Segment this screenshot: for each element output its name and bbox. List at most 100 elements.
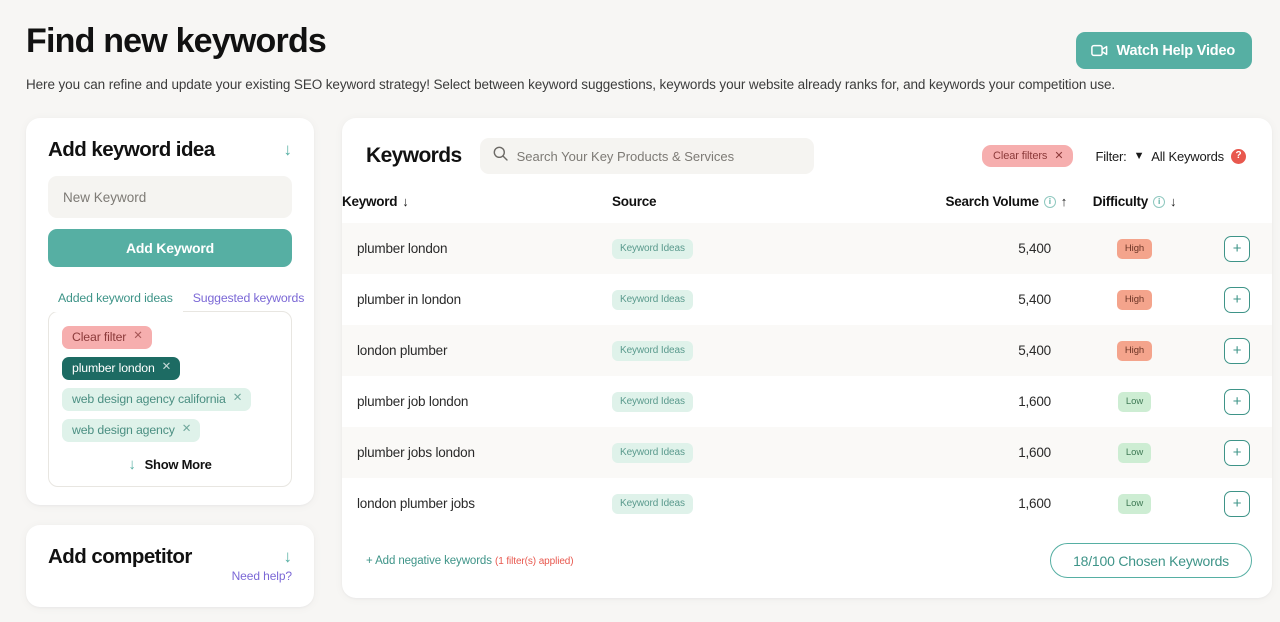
chip-web-design-agency-california[interactable]: web design agency california ✕ [62, 388, 252, 412]
chip-web-design-agency[interactable]: web design agency ✕ [62, 419, 201, 443]
cell-search-volume: 1,600 [1018, 496, 1051, 512]
plus-icon[interactable]: + [1224, 490, 1250, 517]
add-keyword-idea-card: Add keyword idea ↓ Add Keyword Added key… [26, 118, 314, 506]
plus-icon[interactable]: + [1224, 337, 1250, 364]
column-header-difficulty[interactable]: Difficulty i ↓ [1067, 186, 1202, 223]
watch-help-video-button[interactable]: Watch Help Video [1075, 32, 1252, 69]
column-header-search-volume[interactable]: Search Volume i ↑ [867, 186, 1067, 223]
close-icon[interactable]: ✕ [182, 424, 192, 436]
page-title: Find new keywords [26, 22, 327, 60]
close-icon[interactable]: ✕ [133, 331, 143, 343]
difficulty-badge: Low [1117, 391, 1152, 412]
source-badge[interactable]: Keyword Ideas [612, 289, 693, 310]
chip-label: web design agency california [72, 392, 226, 407]
cell-action: + [1202, 325, 1272, 376]
column-header-difficulty-label: Difficulty [1092, 194, 1149, 210]
clear-filters-label: Clear filters [993, 149, 1048, 162]
table-row[interactable]: plumber job london Keyword Ideas 1,600 L… [342, 376, 1272, 427]
arrow-down-icon[interactable]: ↓ [284, 138, 293, 158]
column-header-keyword[interactable]: Keyword ↓ [342, 186, 612, 223]
keyword-chip-list: Clear filter ✕ plumber london ✕ web desi… [48, 311, 292, 488]
cell-difficulty: Low [1067, 478, 1202, 529]
cell-keyword: plumber job london [357, 394, 469, 410]
cell-action: + [1202, 427, 1272, 478]
info-icon[interactable]: i [1153, 195, 1165, 208]
source-badge[interactable]: Keyword Ideas [612, 442, 693, 463]
main-content: Add keyword idea ↓ Add Keyword Added key… [0, 92, 1280, 608]
cell-difficulty: Low [1067, 376, 1202, 427]
cell-difficulty: High [1067, 325, 1202, 376]
help-circle-icon[interactable]: ? [1231, 148, 1246, 164]
tab-added-keyword-ideas[interactable]: Added keyword ideas [48, 285, 183, 313]
column-header-action [1202, 186, 1272, 223]
plus-icon[interactable]: + [1224, 286, 1250, 313]
cell-action: + [1202, 274, 1272, 325]
keyword-search [479, 138, 814, 175]
sort-arrow-icon[interactable]: ↑ [1061, 194, 1068, 209]
cell-keyword: london plumber [357, 343, 448, 359]
table-row[interactable]: plumber london Keyword Ideas 5,400 High … [342, 223, 1272, 275]
cell-source: Keyword Ideas [612, 427, 867, 478]
plus-icon[interactable]: + [1224, 439, 1250, 466]
close-icon[interactable]: ✕ [162, 362, 172, 374]
chip-plumber-london[interactable]: plumber london ✕ [62, 357, 181, 381]
chip-row: Clear filter ✕ [62, 326, 278, 357]
info-icon[interactable]: i [1043, 195, 1056, 208]
search-icon [493, 146, 508, 166]
chip-label: plumber london [72, 361, 155, 376]
plus-icon[interactable]: + [1224, 388, 1250, 415]
chip-label: Clear filter [72, 330, 127, 345]
source-badge[interactable]: Keyword Ideas [612, 493, 693, 514]
add-competitor-header: Add competitor ↓ Need help? [26, 525, 314, 607]
cell-search-volume: 1,600 [1018, 394, 1051, 410]
filter-area: Clear filters ✕ Filter: ▼ All Keywords ? [982, 145, 1250, 168]
add-negative-keywords-link[interactable]: + Add negative keywords (1 filter(s) app… [366, 555, 574, 567]
search-input[interactable] [479, 138, 814, 175]
new-keyword-input[interactable] [48, 176, 292, 219]
plus-icon[interactable]: + [1224, 235, 1250, 262]
cell-source: Keyword Ideas [612, 376, 867, 427]
source-badge[interactable]: Keyword Ideas [612, 340, 693, 361]
page-subtitle: Here you can refine and update your exis… [26, 77, 1116, 93]
table-header-row: Keyword ↓ Source Search Volume i ↑ Diffi… [342, 186, 1272, 223]
keywords-table-body: plumber london Keyword Ideas 5,400 High … [342, 223, 1272, 529]
need-help-link[interactable]: Need help? [232, 569, 292, 583]
close-icon[interactable]: ✕ [233, 393, 243, 405]
show-more-button[interactable]: ↓ Show More [62, 456, 278, 473]
cell-difficulty: High [1067, 223, 1202, 274]
close-icon[interactable]: ✕ [1054, 149, 1063, 162]
keywords-table-footer: + Add negative keywords (1 filter(s) app… [342, 529, 1272, 598]
keywords-table-head: Keyword ↓ Source Search Volume i ↑ Diffi… [342, 186, 1272, 223]
watch-help-video-label: Watch Help Video [1116, 42, 1236, 59]
keywords-panel: Keywords Clear filters ✕ [342, 118, 1272, 599]
table-row[interactable]: london plumber Keyword Ideas 5,400 High … [342, 325, 1272, 377]
sort-arrow-icon[interactable]: ↓ [1170, 194, 1177, 209]
chosen-keywords-button[interactable]: 18/100 Chosen Keywords [1050, 543, 1252, 579]
cell-keyword: plumber in london [357, 292, 461, 308]
add-competitor-card: Add competitor ↓ Need help? [26, 525, 314, 608]
cell-action: + [1202, 376, 1272, 427]
sort-arrow-icon[interactable]: ↓ [402, 194, 409, 209]
add-keyword-button[interactable]: Add Keyword [48, 229, 292, 268]
table-row[interactable]: plumber jobs london Keyword Ideas 1,600 … [342, 427, 1272, 479]
source-badge[interactable]: Keyword Ideas [612, 238, 693, 259]
page-header: Find new keywords Here you can refine an… [0, 0, 1280, 92]
tab-suggested-keywords[interactable]: Suggested keywords [183, 285, 314, 312]
chip-clear-filter[interactable]: Clear filter ✕ [62, 326, 152, 350]
video-camera-icon [1090, 44, 1108, 57]
chip-row: web design agency ✕ [62, 419, 278, 450]
arrow-down-icon[interactable]: ↓ [284, 545, 293, 565]
cell-difficulty: Low [1067, 427, 1202, 478]
keywords-panel-header: Keywords Clear filters ✕ [342, 118, 1272, 175]
cell-keyword: plumber london [357, 241, 448, 257]
source-badge[interactable]: Keyword Ideas [612, 391, 693, 412]
clear-filters-button[interactable]: Clear filters ✕ [982, 145, 1074, 168]
filter-dropdown[interactable]: Filter: ▼ All Keywords ? [1095, 148, 1250, 164]
column-header-source[interactable]: Source [612, 186, 867, 223]
table-row[interactable]: london plumber jobs Keyword Ideas 1,600 … [342, 478, 1272, 529]
cell-search-volume: 5,400 [1018, 241, 1051, 257]
cell-action: + [1202, 223, 1272, 274]
table-row[interactable]: plumber in london Keyword Ideas 5,400 Hi… [342, 274, 1272, 325]
cell-source: Keyword Ideas [612, 274, 867, 325]
add-keyword-idea-body: Add Keyword Added keyword ideas Suggeste… [26, 162, 314, 505]
